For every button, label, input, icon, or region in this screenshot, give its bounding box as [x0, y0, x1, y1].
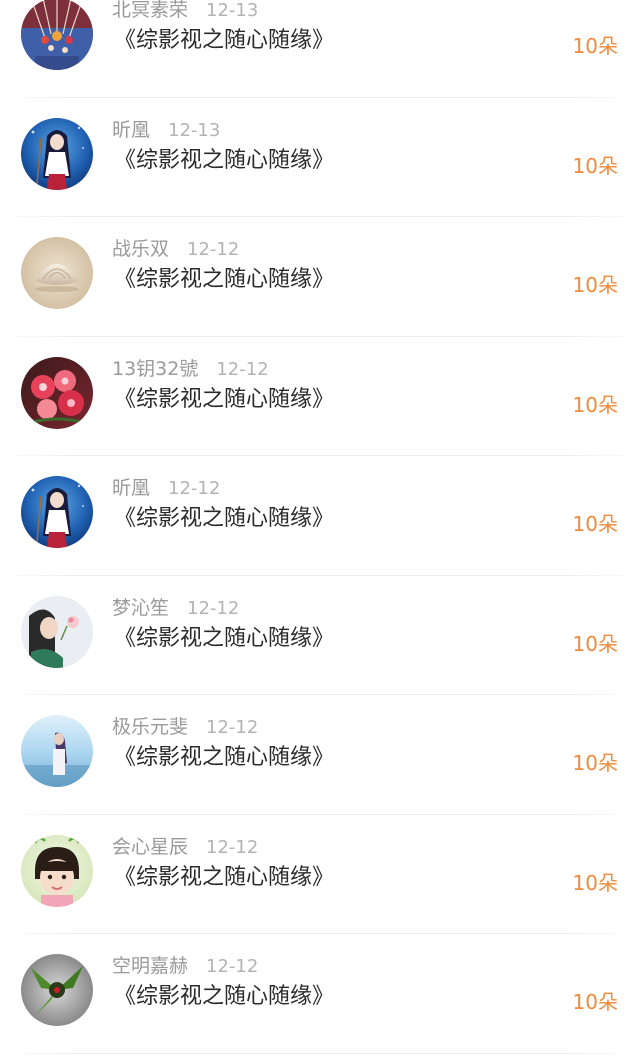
book-title[interactable]: 《综影视之随心随缘》: [114, 624, 334, 654]
gift-count: 10朵: [572, 512, 618, 536]
gift-count: 10朵: [572, 273, 618, 297]
book-title[interactable]: 《综影视之随心随缘》: [114, 265, 334, 295]
girl-by-sea-avatar[interactable]: [21, 715, 93, 787]
item-meta: 13钥32號 12-12: [112, 356, 269, 382]
girl-with-flower-avatar[interactable]: [21, 595, 93, 668]
list-item[interactable]: 空明嘉赫 12-12 《综影视之随心随缘》 10朵: [0, 934, 640, 1054]
gift-record-list: 北冥素荣 12-13 《综影视之随心随缘》 10朵 昕凰 12-13 《综影视之随心…: [0, 0, 640, 1054]
book-title[interactable]: 《综影视之随心随缘》: [114, 26, 334, 56]
book-title[interactable]: 《综影视之随心随缘》: [114, 385, 334, 415]
item-meta: 北冥素荣 12-13: [112, 0, 258, 23]
book-title[interactable]: 《综影视之随心随缘》: [114, 743, 334, 773]
user-name[interactable]: 会心星辰: [112, 836, 188, 858]
child-portrait-avatar[interactable]: [21, 834, 93, 907]
gift-count: 10朵: [572, 870, 618, 895]
gift-count: 10朵: [572, 990, 618, 1014]
gift-count: 10朵: [572, 34, 618, 58]
gift-count: 10朵: [572, 631, 618, 656]
gift-count: 10朵: [572, 392, 618, 417]
item-meta: 空明嘉赫 12-12: [112, 953, 258, 979]
record-date: 12-12: [216, 358, 269, 380]
gift-count: 10朵: [572, 751, 618, 775]
item-meta: 极乐元斐 12-12: [112, 714, 258, 740]
anime-girl-avatar[interactable]: [21, 476, 93, 548]
list-item[interactable]: 昕凰 12-13 《综影视之随心随缘》 10朵: [0, 98, 640, 218]
list-item[interactable]: 梦沁笙 12-12 《综影视之随心随缘》 10朵: [0, 576, 640, 696]
user-name[interactable]: 13钥32號: [112, 358, 198, 380]
user-name[interactable]: 梦沁笙: [112, 597, 169, 619]
green-creature-avatar[interactable]: [21, 954, 93, 1026]
record-date: 12-12: [187, 597, 240, 619]
list-item[interactable]: 昕凰 12-12 《综影视之随心随缘》 10朵: [0, 456, 640, 576]
record-date: 12-12: [187, 239, 240, 260]
item-meta: 昕凰 12-13: [112, 117, 220, 143]
item-meta: 会心星辰 12-12: [112, 834, 258, 860]
book-title[interactable]: 《综影视之随心随缘》: [114, 863, 334, 893]
item-meta: 梦沁笙 12-12: [112, 595, 239, 621]
record-date: 12-13: [168, 119, 221, 141]
record-date: 12-12: [206, 836, 259, 858]
user-name[interactable]: 昕凰: [112, 119, 150, 141]
anime-girl-avatar[interactable]: [21, 117, 93, 190]
item-meta: 昕凰 12-12: [112, 475, 220, 501]
record-date: 12-12: [206, 717, 259, 738]
record-date: 12-12: [206, 956, 259, 977]
record-date: 12-13: [206, 0, 259, 21]
flowers-avatar[interactable]: [21, 356, 93, 429]
book-title[interactable]: 《综影视之随心随缘》: [114, 504, 334, 534]
list-item[interactable]: 战乐双 12-12 《综影视之随心随缘》 10朵: [0, 217, 640, 337]
record-date: 12-12: [168, 478, 221, 499]
necklace-avatar[interactable]: [21, 0, 93, 70]
list-item[interactable]: 会心星辰 12-12 《综影视之随心随缘》 10朵: [0, 815, 640, 935]
list-item[interactable]: 13钥32號 12-12 《综影视之随心随缘》 10朵: [0, 337, 640, 457]
book-title[interactable]: 《综影视之随心随缘》: [114, 146, 334, 176]
user-name[interactable]: 昕凰: [112, 477, 150, 499]
user-name[interactable]: 北冥素荣: [112, 0, 188, 21]
user-name[interactable]: 战乐双: [112, 238, 169, 260]
user-name[interactable]: 极乐元斐: [112, 716, 188, 738]
seashell-avatar[interactable]: [21, 237, 93, 309]
gift-count: 10朵: [572, 153, 618, 178]
book-title[interactable]: 《综影视之随心随缘》: [114, 982, 334, 1012]
item-meta: 战乐双 12-12: [112, 236, 239, 262]
user-name[interactable]: 空明嘉赫: [112, 955, 188, 977]
list-item[interactable]: 北冥素荣 12-13 《综影视之随心随缘》 10朵: [0, 0, 640, 98]
list-item[interactable]: 极乐元斐 12-12 《综影视之随心随缘》 10朵: [0, 695, 640, 815]
